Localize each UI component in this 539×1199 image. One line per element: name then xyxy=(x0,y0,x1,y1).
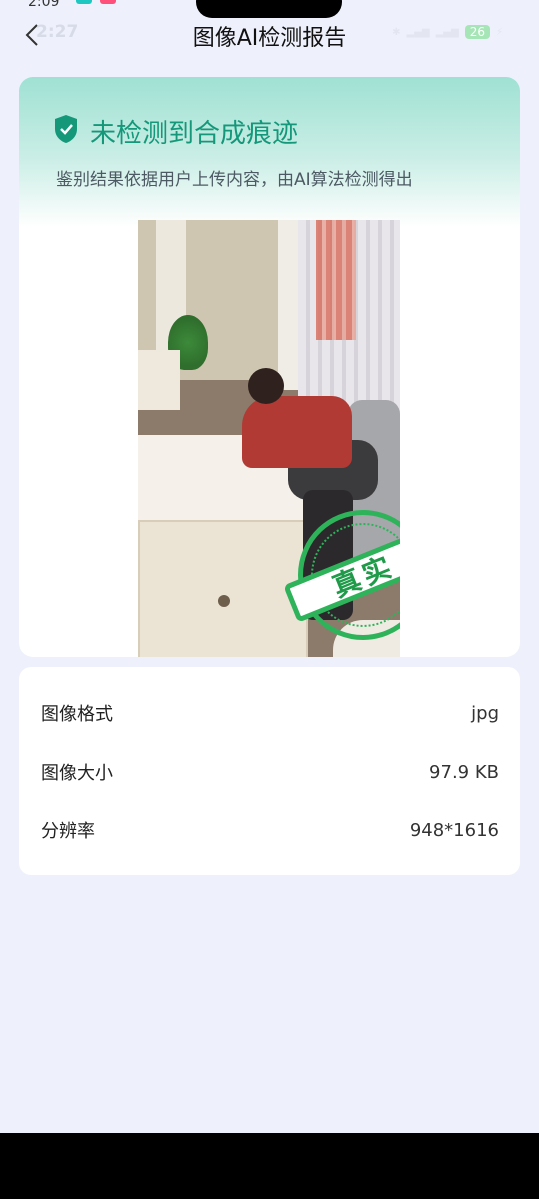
photo-coffee-table-front xyxy=(138,520,308,657)
result-subtitle: 鉴别结果依据用户上传内容，由AI算法检测得出 xyxy=(56,170,413,190)
photo-curtain xyxy=(316,220,356,340)
result-card: 未检测到合成痕迹 鉴别结果依据用户上传内容，由AI算法检测得出 真实 xyxy=(19,77,520,657)
notification-icon xyxy=(100,0,116,4)
signal-icon: ▂▄▆ xyxy=(435,26,459,38)
photo-side-table xyxy=(138,350,180,410)
info-label: 图像格式 xyxy=(41,704,113,725)
photo-person xyxy=(248,368,284,404)
info-row-size: 图像大小 97.9 KB xyxy=(41,757,499,787)
status-time: 2:09 xyxy=(28,0,60,10)
result-title: 未检测到合成痕迹 xyxy=(90,119,299,149)
info-row-resolution: 分辨率 948*1616 xyxy=(41,815,499,845)
header: 2:27 图像AI检测报告 ✱ ▂▄▆ ▂▄▆ 26 ⚡ xyxy=(0,14,539,58)
photo-person xyxy=(242,396,352,468)
image-info-card: 图像格式 jpg 图像大小 97.9 KB 分辨率 948*1616 xyxy=(19,667,520,875)
charging-icon: ⚡ xyxy=(495,26,503,38)
notification-icon xyxy=(76,0,92,4)
status-icons: ✱ ▂▄▆ ▂▄▆ 26 ⚡ xyxy=(392,25,503,39)
shield-check-icon xyxy=(55,115,77,143)
bluetooth-icon: ✱ xyxy=(392,26,401,38)
info-value: jpg xyxy=(471,702,499,724)
info-value: 97.9 KB xyxy=(429,761,499,783)
photo-pillar xyxy=(278,220,298,390)
info-label: 图像大小 xyxy=(41,763,113,784)
battery-indicator: 26 xyxy=(464,25,490,39)
info-label: 分辨率 xyxy=(41,821,95,842)
page: 2:09 2:27 图像AI检测报告 ✱ ▂▄▆ ▂▄▆ 26 ⚡ 未检测到合成… xyxy=(0,0,539,1199)
uploaded-photo[interactable]: 真实 xyxy=(138,220,400,657)
bottom-bar xyxy=(0,1133,539,1199)
signal-icon: ▂▄▆ xyxy=(406,26,430,38)
result-header: 未检测到合成痕迹 鉴别结果依据用户上传内容，由AI算法检测得出 xyxy=(19,77,520,227)
info-value: 948*1616 xyxy=(409,819,499,841)
photo-drawer-knob xyxy=(218,595,230,607)
info-row-format: 图像格式 jpg xyxy=(41,698,499,728)
